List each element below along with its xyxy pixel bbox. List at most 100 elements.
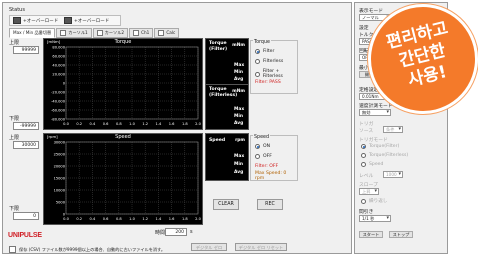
start-button[interactable]: スタート	[359, 231, 383, 238]
speed-filter-status: Filter: OFF	[255, 164, 279, 169]
radio-speed-off[interactable]: OFF	[255, 154, 272, 159]
x-tick-label: 1.6	[169, 122, 175, 126]
y-tick-label: -60.000	[51, 108, 66, 112]
tab-cursor2[interactable]: カーソル2	[92, 28, 129, 38]
interval-select[interactable]: 1/1 秒	[359, 215, 391, 222]
y-tick-label: 30000	[54, 140, 66, 144]
torque-filterless-stats: Torque (Filterless) mNm Max Min Avg	[205, 84, 249, 130]
y-tick-label: 0	[63, 81, 66, 85]
rec-button[interactable]: REC	[257, 199, 283, 210]
x-tick-label: 0.2	[76, 122, 82, 126]
x-tick-label: 2.0	[195, 217, 201, 221]
tab-maxmin[interactable]: Max / Min 品番切替	[9, 28, 56, 38]
status-title: Status	[9, 7, 25, 13]
clear-button[interactable]: CLEAR	[213, 199, 239, 210]
y-tick-label: 80.000	[52, 45, 65, 49]
speed-upper-label: 上限	[9, 135, 20, 141]
unipulse-logo: UNIPULSE	[8, 232, 42, 239]
torque-lower-input[interactable]: -99999	[13, 122, 39, 130]
y-tick-label: -80.000	[51, 117, 66, 121]
y-tick-label: 20000	[54, 164, 66, 168]
status-panel: +オーバーロード +オーバーロード	[9, 15, 121, 26]
stop-button[interactable]: ストップ	[389, 231, 413, 238]
y-tick-label: 60.000	[52, 54, 65, 58]
stat-unit: mNm	[232, 43, 245, 48]
time-input[interactable]: 200	[165, 228, 187, 236]
x-tick-label: 1.0	[129, 122, 135, 126]
x-tick-label: 1.8	[182, 217, 188, 221]
x-tick-label: 0.4	[90, 122, 96, 126]
x-tick-label: 1.0	[129, 217, 135, 221]
torque-plot: [mNm] Torque 80.000 60.000 40.000 20.000 0 -2…	[43, 38, 203, 130]
torque-filter-status: Filter: PASS	[255, 80, 281, 85]
x-tick-label: 1.2	[142, 217, 148, 221]
tab-bar: Max / Min 品番切替 カーソル1 カーソル2 Ch1 Calc	[9, 28, 180, 38]
x-tick-label: 0.0	[63, 122, 69, 126]
speed-plot: [rpm] Speed 30000 25000 20000 15000 10000 500…	[43, 133, 203, 225]
radio-filter-filterless[interactable]: Filter + Filterless	[255, 69, 297, 79]
torque-upper-input[interactable]: 99999	[13, 46, 39, 54]
x-tick-label: 1.8	[182, 122, 188, 126]
stat-title: Speed	[209, 138, 226, 143]
speed-upper-input[interactable]: 30000	[13, 141, 39, 149]
radio-filter[interactable]: Filter	[255, 49, 274, 54]
x-tick-label: 1.6	[169, 217, 175, 221]
time-unit: s	[190, 229, 193, 235]
max-speed-status: Max Speed: 0 rpm	[255, 171, 287, 181]
repeat-checkbox[interactable]: 繰り返し	[361, 198, 387, 204]
x-tick-label: 1.2	[142, 122, 148, 126]
x-tick-label: 0.8	[116, 217, 122, 221]
y-tick-label: 20.000	[52, 72, 65, 76]
tab-ch1[interactable]: Ch1	[129, 28, 154, 38]
checkbox-icon[interactable]	[9, 246, 16, 253]
torque-upper-label: 上限	[9, 40, 20, 46]
radio-filterless[interactable]: Filterless	[255, 59, 283, 64]
slope-select[interactable]: 上昇	[359, 188, 379, 195]
x-tick-label: 0.6	[103, 122, 109, 126]
radio-speed-on[interactable]: ON	[255, 144, 270, 149]
level-input[interactable]: 1000	[383, 171, 403, 178]
x-tick-label: 2.0	[195, 122, 201, 126]
speed-plot-canvas: 30000 25000 20000 15000 10000 5000 00.0 0.2 0.4 0…	[54, 140, 202, 221]
overload-indicator-1: +オーバーロード	[13, 17, 58, 24]
main-window: Status +オーバーロード +オーバーロード Max / Min 品番切替 …	[2, 2, 352, 254]
x-tick-label: 1.4	[156, 217, 162, 221]
x-tick-label: 0.4	[90, 217, 96, 221]
stat-title: Torque (Filter)	[209, 41, 228, 52]
y-tick-label: 15000	[54, 176, 66, 180]
tab-calc[interactable]: Calc	[154, 28, 180, 38]
led-icon	[64, 17, 72, 24]
display-mode-label: 表示モード	[359, 9, 383, 14]
x-tick-label: 0.0	[63, 217, 69, 221]
torque-filter-stats: Torque (Filter) mNm Max Min Avg	[205, 38, 249, 86]
stat-unit: mNm	[232, 89, 245, 94]
radio-trigger-filter[interactable]: Torque(Filter)	[361, 144, 399, 149]
x-tick-label: 1.4	[156, 122, 162, 126]
x-tick-label: 0.8	[116, 122, 122, 126]
x-tick-label: 0.2	[76, 217, 82, 221]
speed-mode-select[interactable]: 無効	[359, 109, 391, 116]
speed-lower-input[interactable]: 0	[13, 212, 39, 220]
time-label: 時間	[155, 230, 166, 236]
trigger-source-select[interactable]: 条件	[383, 126, 403, 133]
speed-lower-label: 下限	[9, 206, 20, 212]
radio-trigger-speed[interactable]: Speed	[361, 162, 383, 167]
overload-indicator-2: +オーバーロード	[64, 17, 109, 24]
radio-trigger-filterless[interactable]: Torque(Filterless)	[361, 153, 408, 158]
y-tick-label: 5000	[56, 200, 66, 204]
csv-autodelete-checkbox[interactable]: 保存 (CSV) ファイル数が9999個以上の場合、自動的に古いファイルを消す。	[9, 246, 165, 253]
torque-lower-label: 下限	[9, 116, 20, 122]
digital-zero-reset-button[interactable]: デジタル ゼロ リセット	[235, 243, 287, 251]
digital-zero-button[interactable]: デジタル ゼロ	[191, 243, 227, 251]
torque-plot-canvas: 80.000 60.000 40.000 20.000 0 -20.000 -40.000 -…	[51, 45, 201, 126]
speed-stats: Speed rpm Max Min Avg	[205, 133, 249, 181]
y-tick-label: 25000	[54, 152, 66, 156]
tab-cursor1[interactable]: カーソル1	[56, 28, 92, 38]
led-icon	[13, 17, 21, 24]
stat-unit: rpm	[235, 138, 245, 143]
speed-group: Speed ON OFF Filter: OFF Max Speed: 0 rp…	[250, 135, 298, 181]
y-tick-label: -20.000	[51, 90, 66, 94]
torque-group: Torque Filter Filterless Filter + Filter…	[250, 40, 298, 94]
x-tick-label: 0.6	[103, 217, 109, 221]
y-tick-label: -40.000	[51, 99, 66, 103]
